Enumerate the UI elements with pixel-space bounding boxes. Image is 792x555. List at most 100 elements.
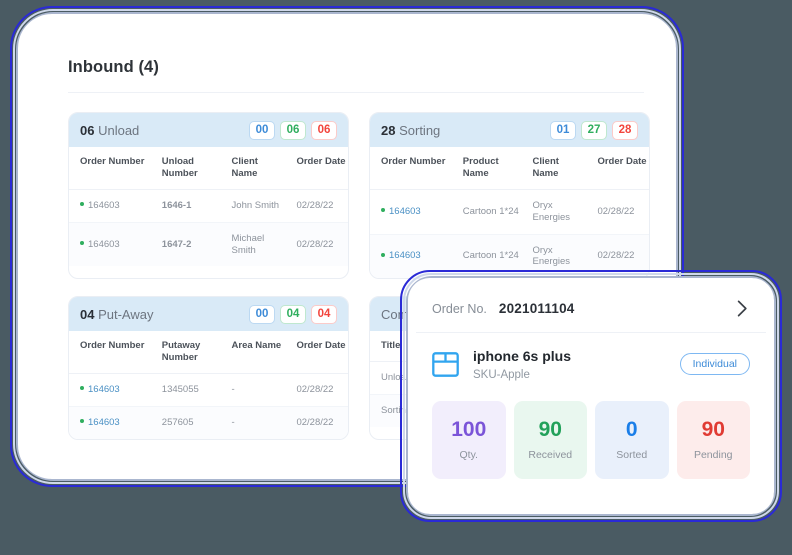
order-no-label: Order No. [432, 301, 487, 316]
badge-total[interactable]: 28 [612, 120, 638, 140]
stage-card-put-away[interactable]: 04 Put-Away 00 04 04 Order Number Putawa… [68, 296, 349, 440]
column-header: Unload Number [150, 147, 221, 190]
table-header-row: Order Number Putaway Number Area Name Or… [69, 331, 348, 375]
stage-card-name: Sorting [399, 122, 441, 138]
stat-label: Pending [693, 449, 733, 461]
cell-order-number[interactable]: 164603 [370, 189, 452, 235]
stage-card-header: 06 Unload 00 06 06 [69, 113, 348, 147]
cell-order-date: 02/28/22 [586, 234, 649, 279]
column-header: Order Date [285, 147, 348, 190]
status-dot-icon [80, 241, 84, 246]
stat-received: 90 Received [513, 401, 587, 479]
status-dot-icon [80, 386, 84, 391]
cell-order-number[interactable]: 164603 [69, 222, 151, 267]
stage-card-header: 28 Sorting 01 27 28 [370, 113, 649, 147]
table-row[interactable]: 164603 1345055 - 02/28/22 [69, 373, 348, 407]
badge-complete[interactable]: 06 [280, 120, 306, 140]
cell-area-name: - [220, 373, 286, 407]
stat-value: 90 [701, 418, 725, 441]
stage-card-title: 04 Put-Away [80, 307, 154, 322]
table-row[interactable]: 164603 1647-2 Michael Smith 02/28/22 [69, 222, 348, 267]
chevron-right-icon[interactable] [737, 300, 748, 317]
table-row[interactable]: 164603 257605 - 02/28/22 [69, 406, 348, 439]
product-sku: SKU-Apple [473, 368, 530, 381]
column-header: Order Number [69, 331, 151, 375]
badge-complete[interactable]: 27 [581, 120, 607, 140]
cell-order-date: 02/28/22 [586, 189, 649, 235]
stage-card-badges: 01 27 28 [550, 120, 638, 140]
badge-complete[interactable]: 04 [280, 304, 306, 324]
stage-card-header: 04 Put-Away 00 04 04 [69, 297, 348, 332]
product-name: iphone 6s plus [473, 348, 572, 365]
status-dot-icon [80, 419, 84, 424]
cell-putaway-number: 1345055 [150, 373, 221, 407]
cell-client-name: Oryx Energies [521, 234, 587, 279]
product-type-badge[interactable]: Individual [679, 353, 750, 375]
cell-product-name: Cartoon 1*24 [451, 234, 522, 279]
stage-card-name: Put-Away [98, 306, 154, 322]
stat-sorted: 0 Sorted [595, 401, 669, 479]
cell-order-date: 02/28/22 [285, 406, 348, 439]
stat-label: Received [528, 449, 573, 461]
cell-order-date: 02/28/22 [285, 189, 348, 223]
cell-order-number[interactable]: 164603 [69, 373, 151, 407]
stage-card-sorting[interactable]: 28 Sorting 01 27 28 Order Number Product… [369, 112, 650, 280]
cell-order-number[interactable]: 164603 [69, 189, 151, 223]
column-header: Order Number [69, 147, 151, 190]
stage-card-number: 04 [80, 306, 95, 322]
cell-putaway-number: 257605 [150, 406, 221, 439]
cell-order-number[interactable]: 164603 [370, 234, 452, 279]
badge-pending[interactable]: 01 [550, 120, 576, 140]
badge-pending[interactable]: 00 [249, 120, 275, 140]
package-box-icon [432, 351, 459, 377]
stat-label: Sorted [616, 449, 648, 461]
table-header-row: Order Number Unload Number Client Name O… [69, 147, 348, 190]
order-detail-header[interactable]: Order No. 2021011104 [416, 285, 766, 333]
badge-total[interactable]: 06 [311, 120, 337, 140]
cell-unload-number[interactable]: 1646-1 [150, 189, 221, 223]
cell-area-name: - [220, 406, 286, 439]
stat-pending: 90 Pending [676, 401, 750, 479]
column-header: Putaway Number [150, 331, 221, 375]
cell-order-date: 02/28/22 [285, 222, 348, 267]
stat-value: 0 [625, 418, 638, 441]
badge-pending[interactable]: 00 [249, 304, 275, 324]
stage-card-title: 28 Sorting [381, 123, 440, 138]
screenshot-stage: Inbound (4) 06 Unload 00 06 06 Order Num… [0, 0, 792, 555]
stat-value: 100 [451, 418, 487, 441]
column-header: Order Number [370, 147, 452, 190]
stage-card-badges: 00 04 04 [249, 304, 337, 324]
column-header: Product Name [451, 147, 522, 190]
title-divider [68, 92, 644, 93]
stage-card-badges: 00 06 06 [249, 120, 337, 140]
table-row[interactable]: 164603 Cartoon 1*24 Oryx Energies 02/28/… [370, 234, 649, 279]
cell-unload-number[interactable]: 1647-2 [150, 222, 221, 267]
column-header: Area Name [220, 331, 286, 375]
status-dot-icon [381, 252, 385, 257]
table-row[interactable]: 164603 Cartoon 1*24 Oryx Energies 02/28/… [370, 189, 649, 235]
status-dot-icon [381, 208, 385, 213]
order-no-value: 2021011104 [498, 301, 575, 316]
order-detail-card: Order No. 2021011104 iphone 6s plus SKU-… [408, 278, 774, 514]
cell-order-date: 02/28/22 [285, 373, 348, 407]
status-dot-icon [80, 202, 84, 207]
table-row[interactable]: 164603 1646-1 John Smith 02/28/22 [69, 189, 348, 223]
cell-client-name: Michael Smith [220, 222, 286, 267]
stat-label: Qty. [459, 449, 478, 461]
column-header: Order Date [586, 147, 649, 190]
page-title: Inbound (4) [68, 58, 159, 76]
stage-table: Order Number Putaway Number Area Name Or… [69, 331, 348, 439]
column-header: Client Name [521, 147, 587, 190]
cell-order-number[interactable]: 164603 [69, 406, 151, 439]
cell-client-name: John Smith [220, 189, 286, 223]
stat-qty: 100 Qty. [432, 401, 506, 479]
stage-card-title: 06 Unload [80, 123, 139, 138]
stage-card-number: 28 [381, 122, 396, 138]
badge-total[interactable]: 04 [311, 304, 337, 324]
stage-card-unload[interactable]: 06 Unload 00 06 06 Order Number Unload N… [68, 112, 349, 280]
product-text: iphone 6s plus SKU-Apple [473, 347, 680, 380]
product-row: iphone 6s plus SKU-Apple Individual [416, 333, 766, 395]
stage-card-name: Unload [98, 122, 140, 138]
cell-product-name: Cartoon 1*24 [451, 189, 522, 235]
stage-card-number: 06 [80, 122, 95, 138]
